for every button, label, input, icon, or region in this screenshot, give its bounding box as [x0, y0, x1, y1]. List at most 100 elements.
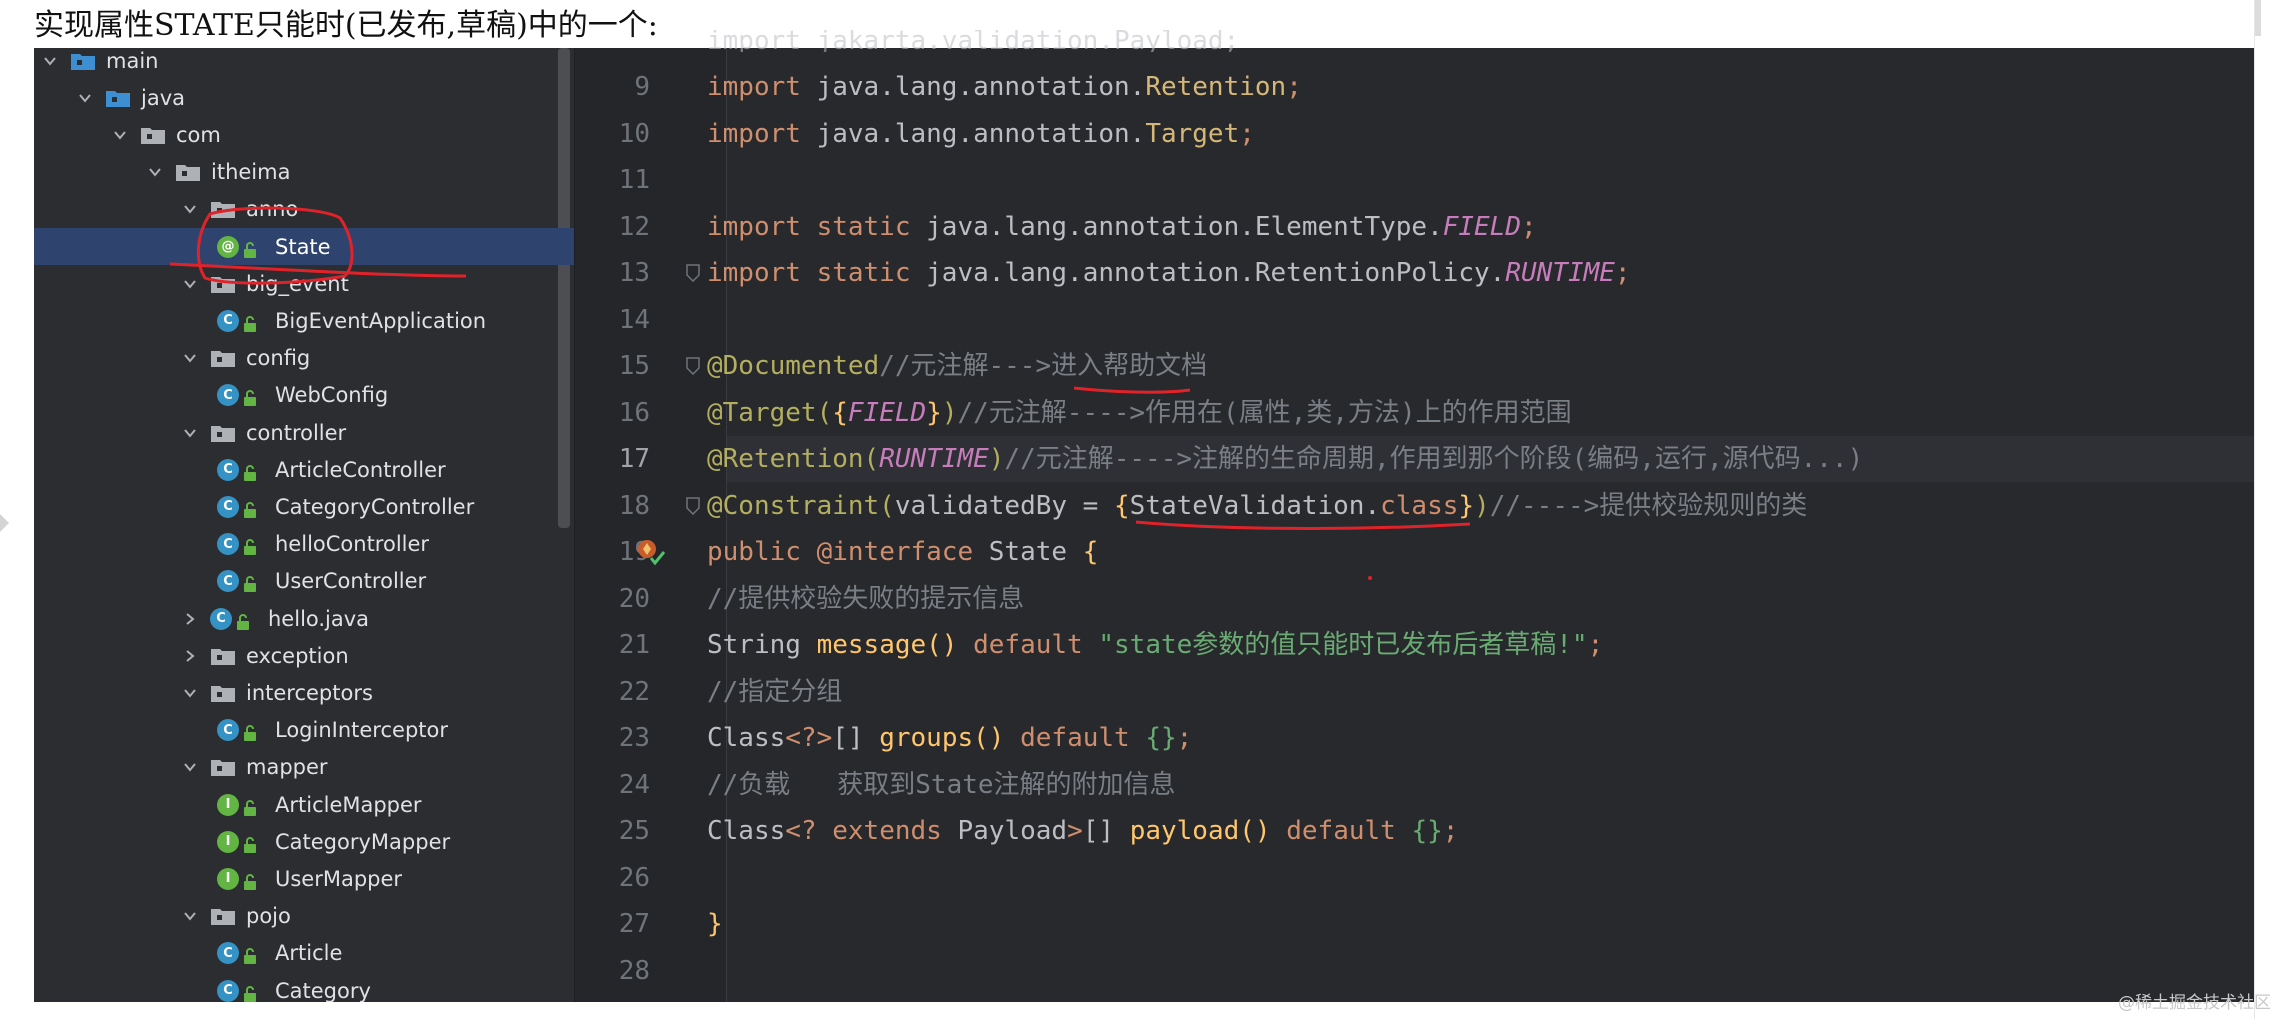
chevron-down-icon[interactable] [182, 908, 198, 924]
tree-item-interceptors[interactable]: interceptors [34, 674, 574, 711]
tree-item-label: Article [275, 941, 343, 966]
line-number[interactable]: 25 [574, 808, 650, 854]
line-number[interactable]: 12 [574, 204, 650, 250]
fold-marker-icon[interactable] [686, 496, 700, 515]
line-number[interactable]: 27 [574, 901, 650, 947]
chevron-down-icon[interactable] [182, 276, 198, 292]
collapse-arrow-icon[interactable] [0, 514, 9, 532]
line-number[interactable]: 24 [574, 762, 650, 808]
code-line[interactable]: @Constraint(validatedBy = {StateValidati… [707, 483, 1807, 529]
package-icon [210, 423, 236, 443]
code-line[interactable]: } [707, 901, 723, 947]
tree-item-label: CategoryMapper [275, 829, 451, 854]
tree-item-state[interactable]: @ State [34, 228, 574, 265]
tree-item-itheima[interactable]: itheima [34, 154, 574, 191]
fold-marker-icon[interactable] [686, 264, 700, 283]
access-lock-icon [243, 834, 257, 853]
project-tree[interactable]: main java com itheima anno @ State big_event C Bi… [34, 48, 574, 1002]
tree-item-articlecontroller[interactable]: C ArticleController [34, 451, 574, 488]
tree-item-category[interactable]: C Category [34, 972, 574, 1002]
tree-item-label: exception [246, 643, 349, 668]
page-scrollbar-thumb[interactable] [2255, 0, 2261, 36]
tree-item-categorymapper[interactable]: I CategoryMapper [34, 823, 574, 860]
tree-item-article[interactable]: C Article [34, 935, 574, 972]
tree-item-exception[interactable]: exception [34, 637, 574, 674]
access-lock-icon [243, 313, 257, 332]
chevron-down-icon[interactable] [112, 127, 128, 143]
code-line[interactable]: //负载 获取到State注解的附加信息 [707, 762, 1176, 808]
tree-item-java[interactable]: java [34, 79, 574, 116]
line-number[interactable]: 22 [574, 669, 650, 715]
access-lock-icon [243, 797, 257, 816]
line-number[interactable]: 15 [574, 343, 650, 389]
code-line[interactable]: import java.lang.annotation.Target; [707, 111, 1255, 157]
code-line[interactable]: //指定分组 [707, 669, 842, 715]
tree-item-big-event[interactable]: big_event [34, 265, 574, 302]
package-icon [175, 162, 201, 182]
fold-marker-icon[interactable] [686, 357, 700, 376]
access-lock-icon [243, 462, 257, 481]
tree-item-config[interactable]: config [34, 340, 574, 377]
tree-item-bigeventapplication[interactable]: C BigEventApplication [34, 302, 574, 339]
tree-item-com[interactable]: com [34, 116, 574, 153]
tree-item-webconfig[interactable]: C WebConfig [34, 377, 574, 414]
tree-item-label: BigEventApplication [275, 308, 487, 333]
line-number[interactable]: 28 [574, 948, 650, 994]
tree-item-pojo[interactable]: pojo [34, 898, 574, 935]
tree-item-label: CategoryController [275, 494, 475, 519]
code-line[interactable]: @Retention(RUNTIME)//元注解---->注解的生命周期,作用到… [707, 436, 1863, 482]
class-icon: C [217, 458, 239, 481]
tree-item-hellocontroller[interactable]: ChelloController [34, 526, 574, 563]
tree-item-categorycontroller[interactable]: C CategoryController [34, 488, 574, 525]
tree-item-usermapper[interactable]: I UserMapper [34, 860, 574, 897]
clipped-code-line: import jakarta.validation.Payload; [707, 29, 1240, 52]
code-line[interactable]: //提供校验失败的提示信息 [707, 576, 1024, 622]
code-line[interactable]: Class<?>[] groups() default {}; [707, 715, 1192, 761]
code-line[interactable]: public @interface State { [707, 529, 1098, 575]
line-number[interactable]: 11 [574, 157, 650, 203]
chevron-right-icon[interactable] [182, 648, 198, 664]
code-line[interactable]: Class<? extends Payload>[] payload() def… [707, 808, 1458, 854]
tree-item-hello-java[interactable]: Chello.java [34, 600, 574, 637]
chevron-down-icon[interactable] [147, 164, 163, 180]
line-number[interactable]: 9 [574, 64, 650, 110]
code-line[interactable]: import static java.lang.annotation.Eleme… [707, 204, 1537, 250]
line-number[interactable]: 16 [574, 390, 650, 436]
code-line[interactable]: @Documented//元注解--->进入帮助文档 [707, 343, 1207, 389]
tree-item-mapper[interactable]: mapper [34, 749, 574, 786]
chevron-down-icon[interactable] [182, 685, 198, 701]
chevron-down-icon[interactable] [182, 425, 198, 441]
chevron-down-icon[interactable] [182, 201, 198, 217]
class-icon: C [217, 570, 239, 593]
chevron-down-icon[interactable] [77, 90, 93, 106]
tree-item-articlemapper[interactable]: I ArticleMapper [34, 786, 574, 823]
code-line[interactable]: import java.lang.annotation.Retention; [707, 64, 1302, 110]
tree-item-anno[interactable]: anno [34, 191, 574, 228]
tree-item-label: State [275, 234, 331, 259]
interface-icon: I [217, 830, 239, 853]
chevron-down-icon[interactable] [182, 350, 198, 366]
tree-item-controller[interactable]: controller [34, 414, 574, 451]
chevron-down-icon[interactable] [182, 759, 198, 775]
line-number[interactable]: 14 [574, 297, 650, 343]
line-number[interactable]: 18 [574, 483, 650, 529]
chevron-right-icon[interactable] [182, 611, 198, 627]
tree-item-main[interactable]: main [34, 48, 574, 79]
line-number[interactable]: 21 [574, 622, 650, 668]
implementation-gutter-icon[interactable] [634, 536, 668, 570]
code-line[interactable]: @Target({FIELD})//元注解---->作用在(属性,类,方法)上的… [707, 390, 1572, 436]
line-number[interactable]: 10 [574, 111, 650, 157]
tree-item-logininterceptor[interactable]: C LoginInterceptor [34, 712, 574, 749]
code-line[interactable]: import static java.lang.annotation.Reten… [707, 250, 1631, 296]
line-number[interactable]: 23 [574, 715, 650, 761]
class-icon: C [217, 719, 239, 742]
line-number[interactable]: 26 [574, 855, 650, 901]
line-number[interactable]: 17 [574, 436, 650, 482]
code-line[interactable]: String message() default "state参数的值只能时已发… [707, 622, 1603, 668]
line-number[interactable]: 13 [574, 250, 650, 296]
line-number[interactable]: 20 [574, 576, 650, 622]
interface-icon: I [217, 793, 239, 816]
chevron-down-icon[interactable] [42, 53, 58, 69]
tree-item-usercontroller[interactable]: C UserController [34, 563, 574, 600]
access-lock-icon [243, 499, 257, 518]
